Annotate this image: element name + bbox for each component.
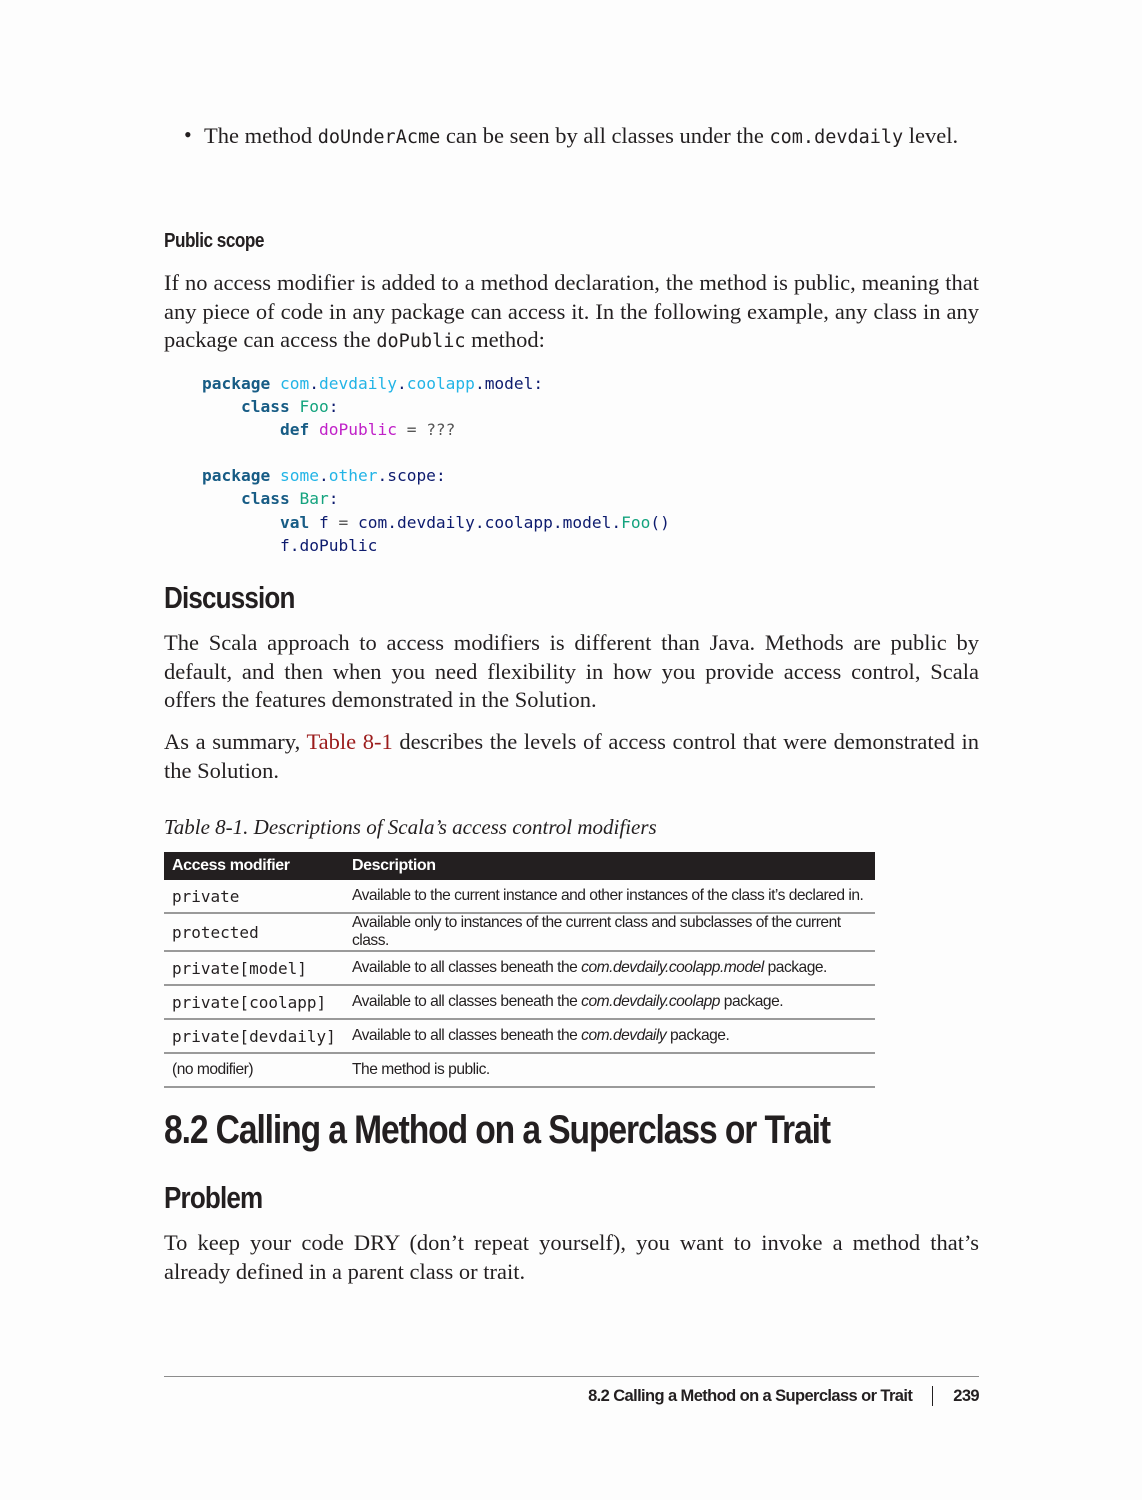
- header-description: Description: [344, 852, 875, 880]
- description-cell: Available to all classes beneath the com…: [344, 951, 875, 986]
- description-cell: Available to all classes beneath the com…: [344, 985, 875, 1020]
- table-caption: Table 8-1. Descriptions of Scala’s acces…: [164, 815, 657, 839]
- code-line: package some.other.scope:: [202, 466, 446, 486]
- page-footer: 8.2 Calling a Method on a Superclass or …: [588, 1386, 980, 1406]
- code-line: package com.devdaily.coolapp.model:: [202, 374, 544, 393]
- code-line: class Bar:: [240, 489, 339, 509]
- inline-code: com.devdaily: [769, 127, 904, 148]
- modifier-cell: private[model]: [164, 951, 344, 986]
- heading-discussion: Discussion: [164, 580, 295, 615]
- public-scope-paragraph: If no access modifier is added to a meth…: [164, 270, 979, 353]
- header-access-modifier: Access modifier: [164, 852, 344, 880]
- modifier-cell: private: [164, 880, 344, 914]
- table-row: private[coolapp] Available to all classe…: [164, 985, 875, 1020]
- table-8-1-link[interactable]: Table 8-1: [306, 729, 392, 754]
- modifier-cell: private[devdaily]: [164, 1019, 344, 1054]
- table-header-row: Access modifier Description: [164, 852, 875, 880]
- modifier-cell: private[coolapp]: [164, 985, 344, 1020]
- table-row: private[devdaily] Available to all class…: [164, 1019, 875, 1054]
- table-row: (no modifier) The method is public.: [164, 1053, 875, 1088]
- description-cell: Available only to instances of the curre…: [344, 913, 875, 952]
- discussion-paragraph-1: The Scala approach to access modifiers i…: [164, 630, 979, 713]
- running-title: 8.2 Calling a Method on a Superclass or …: [588, 1386, 913, 1405]
- bullet-item: • The method doUnderAcme can be seen by …: [164, 122, 979, 153]
- description-cell: The method is public.: [344, 1053, 875, 1088]
- bullet-icon: •: [184, 122, 192, 147]
- code-line: f.doPublic: [279, 535, 378, 555]
- table-row: protected Available only to instances of…: [164, 913, 875, 952]
- page-number: 239: [953, 1386, 979, 1405]
- heading-problem: Problem: [164, 1180, 263, 1215]
- access-modifier-table: Access modifier Description private Avai…: [164, 852, 875, 1088]
- description-cell: Available to the current instance and ot…: [344, 880, 875, 914]
- discussion-paragraph-2: As a summary, Table 8-1 describes the le…: [164, 729, 979, 783]
- code-line: class Foo:: [240, 397, 339, 417]
- description-cell: Available to all classes beneath the com…: [344, 1019, 875, 1054]
- footer-divider: [164, 1376, 979, 1377]
- modifier-cell: (no modifier): [164, 1053, 344, 1088]
- inline-code: doUnderAcme: [317, 127, 441, 148]
- section-title: 8.2 Calling a Method on a Superclass or …: [164, 1108, 831, 1152]
- footer-separator: [932, 1386, 934, 1406]
- code-line: def doPublic = ???: [279, 420, 456, 440]
- inline-code: doPublic: [376, 331, 466, 353]
- code-block: package com.devdaily.coolapp.model: clas…: [202, 372, 670, 557]
- modifier-cell: protected: [164, 913, 344, 952]
- code-line: val f = com.devdaily.coolapp.model.Foo(): [279, 512, 670, 532]
- table-row: private Available to the current instanc…: [164, 880, 875, 914]
- problem-paragraph: To keep your code DRY (don’t repeat your…: [164, 1230, 979, 1284]
- table-row: private[model] Available to all classes …: [164, 951, 875, 986]
- heading-public-scope: Public scope: [164, 230, 264, 252]
- bullet-text: The method doUnderAcme can be seen by al…: [204, 123, 959, 148]
